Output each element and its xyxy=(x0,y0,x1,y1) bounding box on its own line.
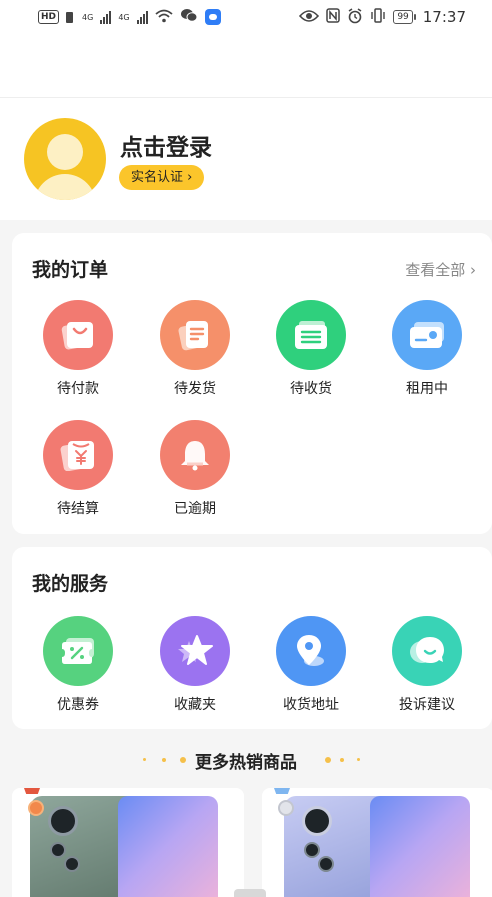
view-all-link[interactable]: 查看全部 › xyxy=(405,259,476,280)
battery-level: 99 xyxy=(393,10,413,24)
cloud-app-icon xyxy=(204,9,221,25)
product-image xyxy=(118,796,218,897)
ribbon xyxy=(279,788,293,794)
decor-dot xyxy=(325,757,331,763)
package-list-icon xyxy=(295,321,327,349)
yen-icon xyxy=(60,441,94,471)
vibrate-icon xyxy=(370,8,386,26)
camera-lens xyxy=(304,842,320,858)
orders-title: 我的订单 xyxy=(32,259,109,281)
camera-lens xyxy=(64,856,80,872)
order-label: 待发货 xyxy=(174,381,216,397)
verify-button[interactable]: 实名认证 › xyxy=(119,165,205,190)
view-all-label: 查看全部 xyxy=(405,261,466,279)
order-pending-payment[interactable]: 待付款 xyxy=(28,300,128,398)
service-icon-circle xyxy=(392,616,462,686)
service-addresses[interactable]: 收货地址 xyxy=(261,616,361,714)
scroll-handle[interactable] xyxy=(234,889,266,897)
order-icon-circle xyxy=(43,300,113,370)
card-icon xyxy=(410,322,444,348)
star-icon xyxy=(178,635,213,665)
status-bar: HD 4G 4G 99 17:37 xyxy=(0,0,492,34)
status-bar-left: HD 4G 4G xyxy=(38,8,221,26)
camera-lens xyxy=(302,806,332,836)
order-icon-circle xyxy=(392,300,462,370)
more-products-title: 更多热销商品 xyxy=(195,753,297,773)
location-pin-icon xyxy=(297,635,324,666)
coupon-icon xyxy=(62,638,94,664)
decor-dot xyxy=(340,758,344,762)
bag-icon xyxy=(61,322,93,350)
service-icon-circle xyxy=(43,616,113,686)
service-label: 优惠券 xyxy=(57,697,99,713)
chat-smile-icon xyxy=(410,637,444,663)
document-icon xyxy=(178,321,208,351)
wechat-icon xyxy=(180,8,198,26)
order-label: 已逾期 xyxy=(174,501,216,517)
ribbon xyxy=(29,788,43,794)
service-label: 收货地址 xyxy=(283,697,339,713)
rank-medal-icon xyxy=(278,800,294,816)
network-type-2: 4G xyxy=(118,12,130,22)
order-icon-circle xyxy=(160,420,230,490)
order-label: 待收货 xyxy=(290,381,332,397)
decor-dot xyxy=(357,758,360,761)
network-type-1: 4G xyxy=(82,12,94,22)
alarm-icon xyxy=(347,7,363,27)
wifi-icon xyxy=(155,9,173,26)
service-label: 收藏夹 xyxy=(174,697,216,713)
order-label: 租用中 xyxy=(406,381,448,397)
service-icon-circle xyxy=(276,616,346,686)
order-label: 待结算 xyxy=(57,501,99,517)
service-feedback[interactable]: 投诉建议 xyxy=(377,616,477,714)
chevron-right-icon: › xyxy=(470,261,476,279)
service-icon-circle xyxy=(160,616,230,686)
service-coupons[interactable]: 优惠券 xyxy=(28,616,128,714)
order-icon-circle xyxy=(43,420,113,490)
order-pending-settlement[interactable]: 待结算 xyxy=(28,420,128,518)
nfc-icon xyxy=(326,8,341,26)
services-title: 我的服务 xyxy=(32,573,109,595)
product-card[interactable] xyxy=(12,788,244,897)
battery-icon: 99 xyxy=(393,10,416,24)
signal-icon xyxy=(136,10,148,24)
eye-icon xyxy=(299,9,320,26)
camera-lens xyxy=(318,856,334,872)
signal-icon xyxy=(100,10,112,24)
profile-section: 点击登录 实名认证 › xyxy=(0,98,492,220)
order-pending-shipment[interactable]: 待发货 xyxy=(145,300,245,398)
product-card[interactable] xyxy=(262,788,492,897)
order-overdue[interactable]: 已逾期 xyxy=(145,420,245,518)
services-card: 我的服务 优惠券 收藏夹 收货地址 投诉建议 xyxy=(12,547,492,729)
order-renting[interactable]: 租用中 xyxy=(377,300,477,398)
rank-medal-icon xyxy=(28,800,44,816)
order-icon-circle xyxy=(276,300,346,370)
order-pending-receipt[interactable]: 待收货 xyxy=(261,300,361,398)
camera-lens xyxy=(48,806,78,836)
service-favorites[interactable]: 收藏夹 xyxy=(145,616,245,714)
order-label: 待付款 xyxy=(57,381,99,397)
order-icon-circle xyxy=(160,300,230,370)
chevron-right-icon: › xyxy=(187,170,193,185)
orders-card: 我的订单 查看全部 › 待付款 待发货 待收货 租用中 待结算 已逾期 xyxy=(12,233,492,534)
sim-icon xyxy=(66,11,74,23)
verify-button-label: 实名认证 xyxy=(131,170,184,185)
bell-icon xyxy=(181,441,209,471)
clock: 17:37 xyxy=(422,8,466,26)
avatar[interactable] xyxy=(24,118,106,200)
service-label: 投诉建议 xyxy=(399,697,455,713)
login-link[interactable]: 点击登录 xyxy=(120,128,212,162)
hd-indicator: HD xyxy=(38,10,60,24)
product-image xyxy=(370,796,470,897)
status-bar-right: 99 17:37 xyxy=(299,7,466,27)
camera-lens xyxy=(50,842,66,858)
header-area xyxy=(0,34,492,98)
